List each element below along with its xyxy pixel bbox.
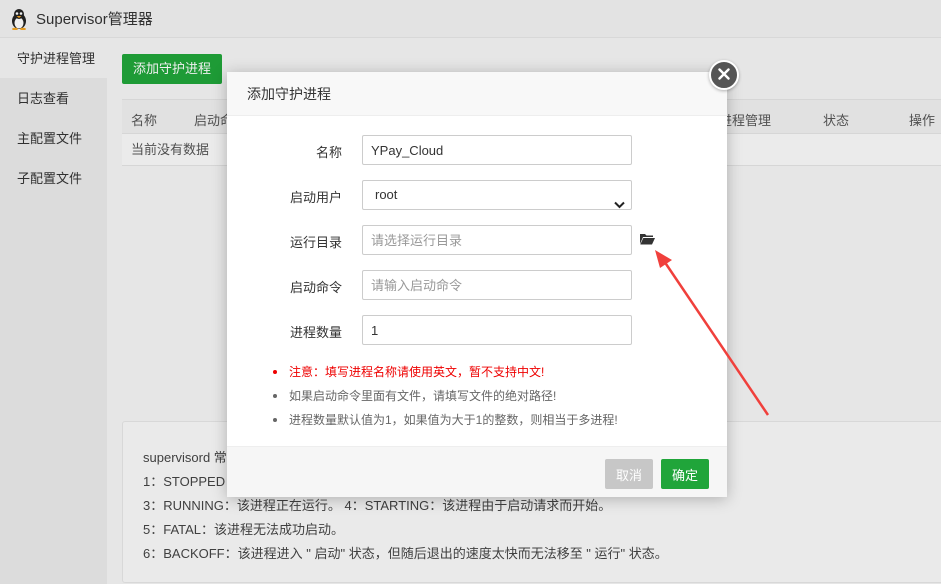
- confirm-button[interactable]: 确定: [661, 459, 709, 489]
- chevron-down-icon: [614, 191, 625, 219]
- dir-row: 运行目录: [227, 225, 727, 255]
- count-label: 进程数量: [289, 325, 342, 340]
- folder-open-icon[interactable]: [640, 233, 655, 248]
- dir-label: 运行目录: [289, 235, 342, 250]
- user-row: 启动用户 root: [227, 180, 727, 210]
- user-select[interactable]: root: [362, 180, 632, 210]
- dialog-title: 添加守护进程: [227, 72, 727, 116]
- cmd-input[interactable]: [362, 270, 632, 300]
- cancel-button[interactable]: 取消: [605, 459, 653, 489]
- name-label: 名称: [315, 145, 342, 160]
- cmd-label: 启动命令: [289, 280, 342, 295]
- close-dialog-button[interactable]: [709, 60, 739, 90]
- name-input[interactable]: [362, 135, 632, 165]
- cmd-row: 启动命令: [227, 270, 727, 300]
- close-icon: [718, 67, 730, 83]
- note-warning: 注意：填写进程名称请使用英文，暂不支持中文!: [271, 362, 618, 386]
- name-row: 名称: [227, 135, 727, 165]
- user-label: 启动用户: [289, 190, 342, 205]
- user-select-value: root: [375, 187, 398, 202]
- note-item: 如果启动命令里面有文件，请填写文件的绝对路径!: [271, 386, 618, 410]
- note-item: 进程数量默认值为1，如果值为大于1的整数，则相当于多进程!: [271, 410, 618, 434]
- notes-list: 注意：填写进程名称请使用英文，暂不支持中文! 如果启动命令里面有文件，请填写文件…: [271, 362, 618, 434]
- count-input[interactable]: [362, 315, 632, 345]
- dir-input[interactable]: [362, 225, 632, 255]
- count-row: 进程数量: [227, 315, 727, 345]
- add-daemon-dialog: 添加守护进程 名称 启动用户 root 运行目录 启动命令 进程数量 注意：填写…: [227, 72, 727, 497]
- dialog-footer: 取消 确定: [227, 446, 727, 497]
